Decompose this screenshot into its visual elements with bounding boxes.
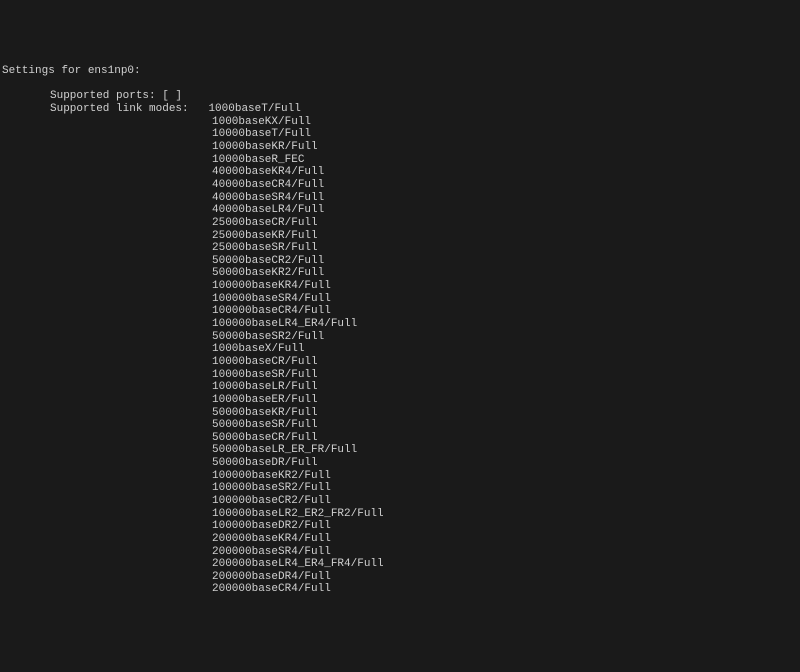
supported-ports-line: Supported ports: [ ] [2, 90, 182, 102]
link-mode-item: 200000baseKR4/Full [2, 533, 798, 546]
link-mode-item: 50000baseCR2/Full [2, 255, 798, 268]
link-mode-item: 100000baseSR4/Full [2, 293, 798, 306]
link-mode-item: 100000baseCR4/Full [2, 305, 798, 318]
link-mode-item: 50000baseKR2/Full [2, 267, 798, 280]
link-mode-item: 40000baseSR4/Full [2, 192, 798, 205]
link-mode-item: 10000baseKR/Full [2, 141, 798, 154]
link-mode-item: 10000baseT/Full [2, 128, 798, 141]
link-mode-item: 10000baseCR/Full [2, 356, 798, 369]
link-mode-item: 10000baseSR/Full [2, 369, 798, 382]
link-mode-item: 100000baseSR2/Full [2, 482, 798, 495]
link-mode-item: 40000baseKR4/Full [2, 166, 798, 179]
link-mode-item: 50000baseLR_ER_FR/Full [2, 444, 798, 457]
link-mode-item: 1000baseKX/Full [2, 116, 798, 129]
link-mode-item: 200000baseLR4_ER4_FR4/Full [2, 558, 798, 571]
link-mode-item: 40000baseCR4/Full [2, 179, 798, 192]
link-mode-item: 200000baseCR4/Full [2, 583, 798, 596]
link-mode-item: 10000baseR_FEC [2, 154, 798, 167]
terminal-output: Settings for ens1np0: Supported ports: [… [2, 53, 798, 609]
link-mode-item: 25000baseSR/Full [2, 242, 798, 255]
link-mode-item: 50000baseSR/Full [2, 419, 798, 432]
supported-link-modes-label: Supported link modes: [50, 103, 208, 116]
link-modes-list: 1000baseKX/Full10000baseT/Full10000baseK… [2, 116, 798, 596]
link-mode-item: 50000baseKR/Full [2, 407, 798, 420]
link-mode-item: 50000baseSR2/Full [2, 331, 798, 344]
link-mode-item: 40000baseLR4/Full [2, 204, 798, 217]
link-mode-item: 50000baseCR/Full [2, 432, 798, 445]
link-mode-item: 100000baseLR4_ER4/Full [2, 318, 798, 331]
link-mode-item: 100000baseCR2/Full [2, 495, 798, 508]
link-mode-item: 100000baseKR4/Full [2, 280, 798, 293]
link-mode-item: 1000baseT/Full [208, 103, 300, 115]
link-mode-item: 25000baseCR/Full [2, 217, 798, 230]
link-mode-item: 100000baseDR2/Full [2, 520, 798, 533]
link-mode-item: 10000baseLR/Full [2, 381, 798, 394]
link-mode-item: 25000baseKR/Full [2, 230, 798, 243]
link-mode-item: 50000baseDR/Full [2, 457, 798, 470]
link-mode-item: 100000baseKR2/Full [2, 470, 798, 483]
link-mode-item: 200000baseDR4/Full [2, 571, 798, 584]
settings-header: Settings for ens1np0: [2, 65, 798, 78]
link-mode-item: 1000baseX/Full [2, 343, 798, 356]
link-mode-item: 100000baseLR2_ER2_FR2/Full [2, 508, 798, 521]
link-mode-item: 200000baseSR4/Full [2, 546, 798, 559]
link-mode-item: 10000baseER/Full [2, 394, 798, 407]
